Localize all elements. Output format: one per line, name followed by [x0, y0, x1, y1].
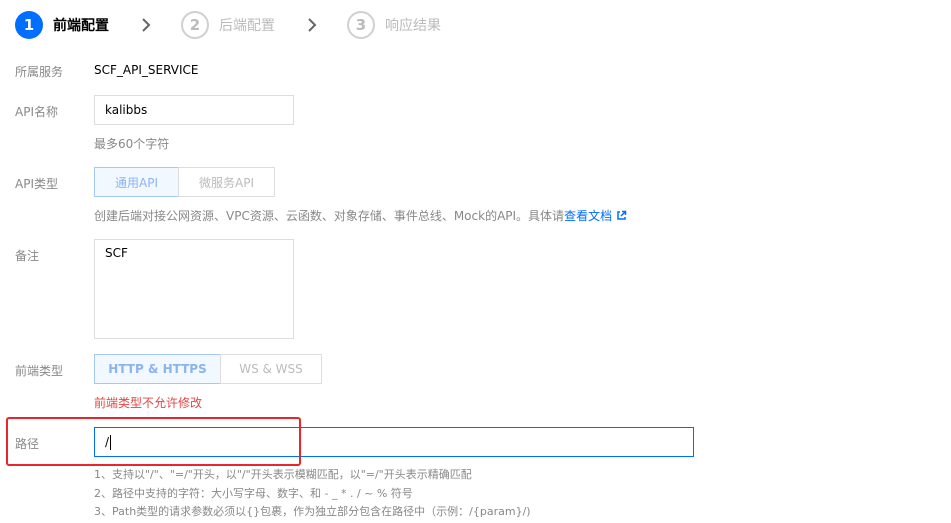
frontend-type-label: 前端类型	[15, 364, 64, 378]
step-label: 响应结果	[385, 18, 441, 34]
remark-textarea[interactable]: SCF	[94, 239, 294, 339]
api-type-general-button[interactable]: 通用API	[94, 167, 179, 197]
view-docs-link-text: 查看文档	[564, 209, 613, 223]
api-type-hint-text: 创建后端对接公网资源、VPC资源、云函数、对象存储、事件总线、Mock的API。…	[94, 209, 565, 223]
remark-value: SCF	[105, 246, 128, 260]
api-name-hint: 最多60个字符	[94, 137, 170, 151]
api-type-microservice-button[interactable]: 微服务API	[178, 167, 275, 197]
view-docs-link[interactable]: 查看文档	[564, 209, 627, 223]
step-number: 3	[347, 11, 375, 39]
path-rule-3: 3、Path类型的请求参数必须以{}包裹，作为独立部分包含在路径中（示例：/{p…	[94, 505, 531, 518]
highlight-annotation	[6, 417, 301, 466]
step-backend-config[interactable]: 2 后端配置	[181, 11, 275, 39]
chevron-right-icon	[305, 18, 319, 32]
api-type-hint: 创建后端对接公网资源、VPC资源、云函数、对象存储、事件总线、Mock的API。…	[94, 207, 627, 224]
service-value: SCF_API_SERVICE	[94, 63, 199, 77]
path-rule-2: 2、路径中支持的字符：大小写字母、数字、和 - _ * . / ~ % 符号	[94, 487, 413, 500]
api-name-value: kalibbs	[105, 103, 148, 117]
step-response-result[interactable]: 3 响应结果	[347, 11, 441, 39]
frontend-type-ws-button[interactable]: WS & WSS	[220, 354, 322, 384]
api-type-selector: 通用API 微服务API	[94, 167, 275, 197]
step-number: 2	[181, 11, 209, 39]
step-frontend-config[interactable]: 1 前端配置	[15, 11, 109, 39]
frontend-type-http-button[interactable]: HTTP & HTTPS	[94, 354, 221, 384]
remark-label: 备注	[15, 249, 40, 263]
api-type-label: API类型	[15, 177, 58, 191]
service-label: 所属服务	[15, 65, 64, 79]
step-indicator: 1 前端配置 2 后端配置 3 响应结果	[15, 11, 441, 39]
api-name-input[interactable]: kalibbs	[94, 95, 294, 125]
path-rule-1: 1、支持以"/"、"=/"开头，以"/"开头表示模糊匹配，以"=/"开头表示精确…	[94, 468, 472, 481]
frontend-type-warning: 前端类型不允许修改	[94, 396, 203, 410]
step-number: 1	[15, 11, 43, 39]
step-label: 后端配置	[219, 18, 275, 34]
frontend-type-selector: HTTP & HTTPS WS & WSS	[94, 354, 322, 384]
step-label: 前端配置	[53, 18, 109, 34]
external-link-icon	[617, 210, 627, 220]
chevron-right-icon	[139, 18, 153, 32]
api-name-label: API名称	[15, 105, 58, 119]
